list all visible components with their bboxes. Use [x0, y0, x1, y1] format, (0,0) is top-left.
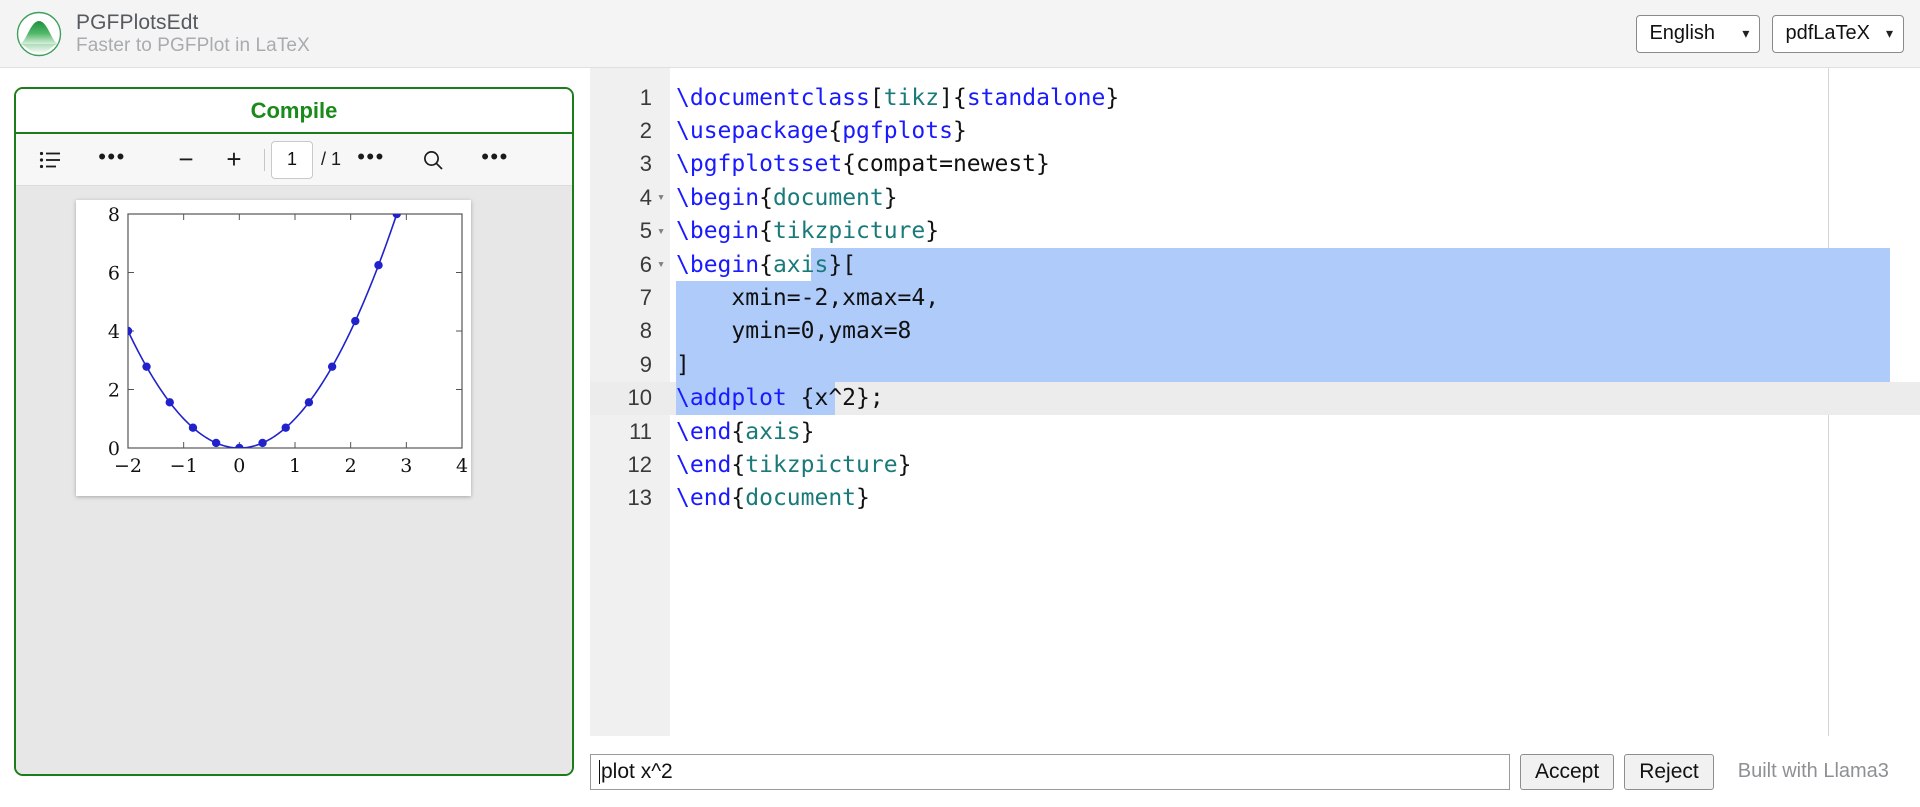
language-select[interactable]: English ▾ [1636, 14, 1761, 53]
line-number: 1 [639, 84, 652, 110]
page-total-label: / 1 [321, 149, 342, 169]
line-number: 11 [629, 418, 652, 444]
code-line[interactable]: 5 ▾ \begin{tikzpicture} [590, 215, 1920, 248]
line-number: 12 [627, 451, 652, 477]
zoom-in-button[interactable]: + [210, 140, 258, 180]
header-controls: English ▾ pdfLaTeX ▾ [1636, 14, 1920, 53]
code-line-text: xmin=-2,xmax=4, [676, 285, 940, 312]
ai-prompt-bar: plot x^2 Accept Reject Built with Llama3 [590, 736, 1920, 807]
code-line[interactable]: 2 \usepackage{pgfplots} [590, 114, 1920, 147]
code-line[interactable]: 13 \end{document} [590, 482, 1920, 515]
code-line[interactable]: 11 \end{axis} [590, 415, 1920, 448]
code-line-text: \begin{axis}[ [676, 251, 857, 278]
svg-text:0: 0 [233, 455, 245, 477]
brand: PGFPlotsEdt Faster to PGFPlot in LaTeX [0, 11, 310, 57]
svg-text:6: 6 [108, 263, 120, 285]
line-number: 5 [639, 218, 652, 244]
line-number: 4 [639, 184, 652, 210]
code-line-list[interactable]: 1 \documentclass[tikz]{standalone} 2 \usepa… [590, 81, 1920, 515]
app-subtitle: Faster to PGFPlot in LaTeX [76, 34, 310, 56]
code-line[interactable]: 7 xmin=-2,xmax=4, [590, 281, 1920, 315]
line-number: 9 [639, 351, 652, 377]
code-line-text: \begin{tikzpicture} [676, 218, 940, 245]
prompt-input[interactable]: plot x^2 [590, 753, 1510, 790]
app-header: PGFPlotsEdt Faster to PGFPlot in LaTeX E… [0, 0, 1920, 68]
line-number: 10 [627, 385, 652, 411]
latex-code-editor[interactable]: 1 \documentclass[tikz]{standalone} 2 \usepa… [590, 68, 1920, 736]
code-line-text: \end{document} [676, 485, 870, 512]
engine-select[interactable]: pdfLaTeX ▾ [1772, 14, 1904, 53]
code-line[interactable]: 6 ▾ \begin{axis}[ [590, 247, 1920, 282]
code-line[interactable]: 9] [590, 348, 1920, 382]
svg-text:8: 8 [108, 204, 120, 226]
code-line[interactable]: 3 \pgfplotsset{compat=newest} [590, 148, 1920, 181]
prompt-input-value: plot x^2 [601, 759, 673, 783]
code-line[interactable]: 8 ymin=0,ymax=8 [590, 314, 1920, 349]
fold-toggle-icon[interactable]: ▾ [652, 224, 670, 239]
svg-text:2: 2 [108, 380, 120, 402]
page-number-input[interactable]: 1 [271, 140, 313, 179]
code-line-text: \end{axis} [676, 418, 815, 445]
svg-text:4: 4 [456, 455, 468, 477]
code-line-text: \end{tikzpicture} [676, 451, 912, 478]
code-line-text: ymin=0,ymax=8 [676, 318, 912, 345]
code-line-text: \documentclass[tikz]{standalone} [676, 84, 1120, 111]
compile-button[interactable]: Compile [16, 89, 572, 134]
fold-toggle-icon[interactable]: ▾ [652, 257, 670, 272]
fold-toggle-icon[interactable]: ▾ [652, 190, 670, 205]
svg-text:4: 4 [108, 321, 120, 343]
pdf-stage[interactable]: −2 −1 0 1 2 3 4 0 2 4 6 8 [16, 186, 572, 774]
chevron-down-icon: ▾ [1742, 25, 1750, 41]
pgfplots-peak-logo-icon [16, 11, 62, 57]
accept-button[interactable]: Accept [1520, 753, 1615, 790]
code-line-text: \usepackage{pgfplots} [676, 118, 967, 145]
search-icon[interactable] [409, 140, 457, 180]
view-options-icon[interactable]: ••• [88, 140, 136, 180]
built-with-label: Built with Llama3 [1737, 760, 1889, 782]
compile-button-label: Compile [250, 97, 338, 123]
svg-text:1: 1 [289, 455, 301, 477]
code-line[interactable]: 1 \documentclass[tikz]{standalone} [590, 81, 1920, 114]
line-number: 2 [639, 118, 652, 144]
line-number: 7 [639, 285, 652, 311]
sidebar-toggle-icon[interactable] [26, 140, 74, 180]
zoom-out-button[interactable]: − [162, 140, 210, 180]
page-title: PGFPlotsEdt [76, 11, 199, 35]
line-number: 6 [639, 251, 652, 277]
selection-highlight [676, 348, 1890, 382]
engine-select-value: pdfLaTeX [1785, 22, 1870, 44]
chevron-down-icon: ▾ [1885, 25, 1893, 41]
pdf-page-1: −2 −1 0 1 2 3 4 0 2 4 6 8 [76, 200, 471, 496]
svg-text:2: 2 [345, 455, 357, 477]
svg-text:−1: −1 [170, 455, 198, 477]
pdf-viewer-toolbar: ••• − + 1 / 1 ••• ••• [16, 134, 572, 186]
overflow-menu-icon[interactable]: ••• [471, 140, 519, 180]
svg-text:3: 3 [400, 455, 412, 477]
line-number: 3 [639, 151, 652, 177]
pgfplot-figure: −2 −1 0 1 2 3 402468 [108, 204, 468, 477]
line-number: 8 [639, 318, 652, 344]
preview-panel: Compile ••• − + 1 / 1 ••• ••• −2 −1 0 1 … [14, 87, 574, 776]
reject-button[interactable]: Reject [1624, 753, 1714, 790]
svg-text:0: 0 [108, 438, 120, 460]
text-caret [599, 759, 600, 784]
code-line-text: ] [676, 351, 690, 378]
code-line-text: \begin{document} [676, 184, 898, 211]
toolbar-divider [264, 148, 265, 171]
selection-highlight [811, 247, 1890, 282]
code-line[interactable]: 4 ▾ \begin{document} [590, 181, 1920, 214]
code-line[interactable]: 12 \end{tikzpicture} [590, 448, 1920, 481]
language-select-value: English [1649, 22, 1716, 44]
page-tools-icon[interactable]: ••• [347, 140, 395, 180]
line-number: 13 [627, 485, 652, 511]
code-line[interactable]: 10 \addplot {x^2}; [590, 381, 1920, 415]
code-line-text: \addplot {x^2}; [676, 385, 884, 412]
code-line-text: \pgfplotsset{compat=newest} [676, 151, 1050, 178]
